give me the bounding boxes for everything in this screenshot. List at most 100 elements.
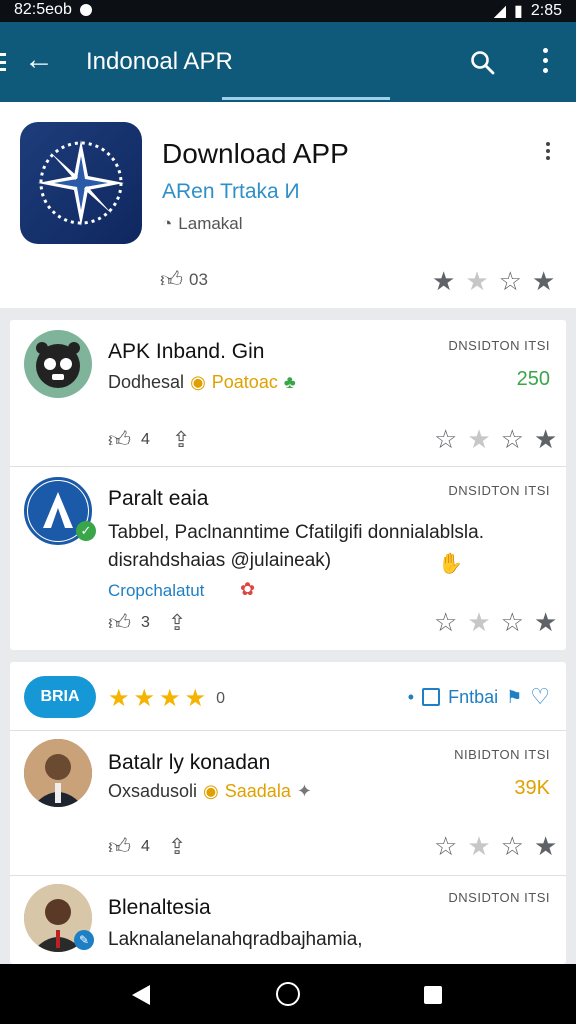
rating-stars[interactable]: ★ ★ ☆ ★ [432,268,555,294]
item-subtitle-text: Dodhesal [108,372,185,392]
star-half-icon[interactable]: ★ [467,833,490,859]
app-bar: ← Indonoal APR [0,22,576,102]
rating-stars[interactable]: ☆ ★ ☆ ★ [434,833,557,859]
nav-back-icon[interactable] [132,985,150,1005]
notification-dot-icon [79,4,92,16]
star-filled-icon[interactable]: ★ [432,268,455,294]
item-count: 39K [514,777,550,799]
star-outline-icon[interactable]: ☆ [499,268,522,294]
star-half-icon[interactable]: ★ [465,268,488,294]
item-description: Laknalanelanahqradbajhamia, [108,929,363,950]
item-tag: DNSIDTON ITSI [448,890,550,905]
item-subtitle-text: Oxsadusoli [108,781,198,801]
reviews-card: APK Inband. Gin Dodhesal ◉ Poatoac ♣ DNS… [10,320,566,650]
thumbs-up-icon[interactable]: 👍︎ [108,426,131,453]
like-count: 4 [141,430,150,448]
star-outline-icon[interactable]: ☆ [434,833,457,859]
item-tag: NIBIDTON ITSI [454,747,550,762]
star-half-icon[interactable]: ★ [467,609,490,635]
item-link[interactable]: Cropchalatut [108,581,204,601]
battery-icon: ▮ [514,3,523,20]
heart-icon[interactable]: ♡ [530,684,550,710]
item-actions: 👍︎ 4 ⇪ [108,833,186,860]
bullet-icon: • [407,686,415,707]
thumbs-up-icon[interactable]: 👍︎ [108,609,131,636]
star-outline-icon[interactable]: ☆ [501,833,524,859]
clover-icon: ♣ [283,372,296,392]
item-badge: Saadala [224,781,291,801]
clock-icon: ◔ [162,214,173,233]
star-filled-icon: ★ [159,685,181,712]
drawer-menu-icon[interactable] [0,53,6,71]
nav-recents-icon[interactable] [424,986,442,1004]
rating-summary: ★ ★ ★ ★ 0 [108,684,225,713]
rating-stars[interactable]: ☆ ★ ☆ ★ [434,609,557,635]
star-half-icon[interactable]: ★ [467,426,490,452]
app-logo-icon[interactable] [20,122,142,244]
app-title: Download APP [162,138,349,169]
like-count: 3 [141,613,150,631]
share-icon[interactable]: ⇪ [168,610,186,636]
reviews-card-2: BRIA ★ ★ ★ ★ 0 • Fntbai ⚑ ♡ Batalr ly ko… [10,662,566,964]
rating-count: 0 [216,689,225,707]
status-time-left: 82:5eob [14,1,72,18]
share-icon[interactable]: ⇪ [168,834,186,860]
item-badge: Poatoac [211,372,278,392]
like-action[interactable]: 👍︎ 03 [160,266,208,293]
thumbs-up-icon[interactable]: 👍︎ [108,833,131,860]
list-item[interactable]: Batalr ly konadan Oxsadusoli ◉ Saadala ✦… [10,731,566,875]
item-description: Tabbel, Paclnanntime Cfatilgifi donniala… [108,522,485,571]
share-icon[interactable]: ⇪ [172,427,190,453]
list-item[interactable]: APK Inband. Gin Dodhesal ◉ Poatoac ♣ DNS… [10,320,566,466]
thumbs-up-icon: 👍︎ [160,267,183,292]
item-tag: DNSIDTON ITSI [448,483,550,498]
star-outline-icon[interactable]: ☆ [501,609,524,635]
coin-icon: ◉ [203,781,219,801]
brand-pill-button[interactable]: BRIA [24,676,96,718]
app-meta: ◔ Lamakal [162,214,243,234]
list-item[interactable]: ✓ Paralt eaia DNSIDTON ITSI Tabbel, Pacl… [10,467,566,647]
action-label[interactable]: Fntbai [448,687,498,708]
item-title: Blenaltesia [108,896,211,919]
status-bar: 82:5eob ◢ ▮ 2:85 [0,0,576,22]
overflow-menu-icon[interactable] [540,48,550,76]
status-time: 2:85 [530,2,562,19]
item-count: 250 [516,368,550,390]
item-tag: DNSIDTON ITSI [448,338,550,353]
star-filled-icon: ★ [108,685,130,712]
star-outline-icon[interactable]: ☆ [501,426,524,452]
item-subtitle: Oxsadusoli ◉ Saadala ✦ [108,781,312,802]
rating-stars[interactable]: ☆ ★ ☆ ★ [434,426,557,452]
page-title: Indonoal APR [86,48,233,75]
system-nav-bar [0,964,576,1024]
item-title: Batalr ly konadan [108,751,271,774]
app-header-card: Download APP ARen Trtaka И ◔ Lamakal 👍︎ … [0,102,576,308]
card-actions: • Fntbai ⚑ ♡ [408,684,550,710]
star-filled-icon[interactable]: ★ [532,268,555,294]
item-subtitle: Dodhesal ◉ Poatoac ♣ [108,372,296,393]
app-developer-link[interactable]: ARen Trtaka И [162,180,300,204]
avatar[interactable] [24,330,92,398]
gift-icon: ✿ [240,579,256,599]
item-actions: 👍︎ 3 ⇪ [108,609,186,636]
list-item[interactable]: ✎ Blenaltesia DNSIDTON ITSI Laknalanelan… [10,876,566,964]
star-filled-icon: ★ [184,685,207,712]
star-outline-icon[interactable]: ☆ [434,426,457,452]
more-options-icon[interactable] [546,142,552,163]
verified-icon: ✎ [74,930,94,950]
star-filled-icon[interactable]: ★ [534,426,557,452]
back-arrow-icon[interactable]: ← [24,44,54,76]
avatar[interactable] [24,739,92,807]
verified-icon: ✓ [76,521,96,541]
search-icon[interactable] [470,50,496,76]
edit-icon[interactable] [422,688,441,706]
star-filled-icon[interactable]: ★ [534,609,557,635]
star-filled-icon: ★ [133,685,156,712]
star-outline-icon[interactable]: ☆ [434,609,457,635]
item-title: APK Inband. Gin [108,340,265,363]
item-title: Paralt eaia [108,487,209,510]
bookmark-icon[interactable]: ⚑ [506,687,522,708]
app-meta-label: Lamakal [178,214,243,233]
star-filled-icon[interactable]: ★ [534,833,557,859]
nav-home-icon[interactable] [276,982,300,1006]
